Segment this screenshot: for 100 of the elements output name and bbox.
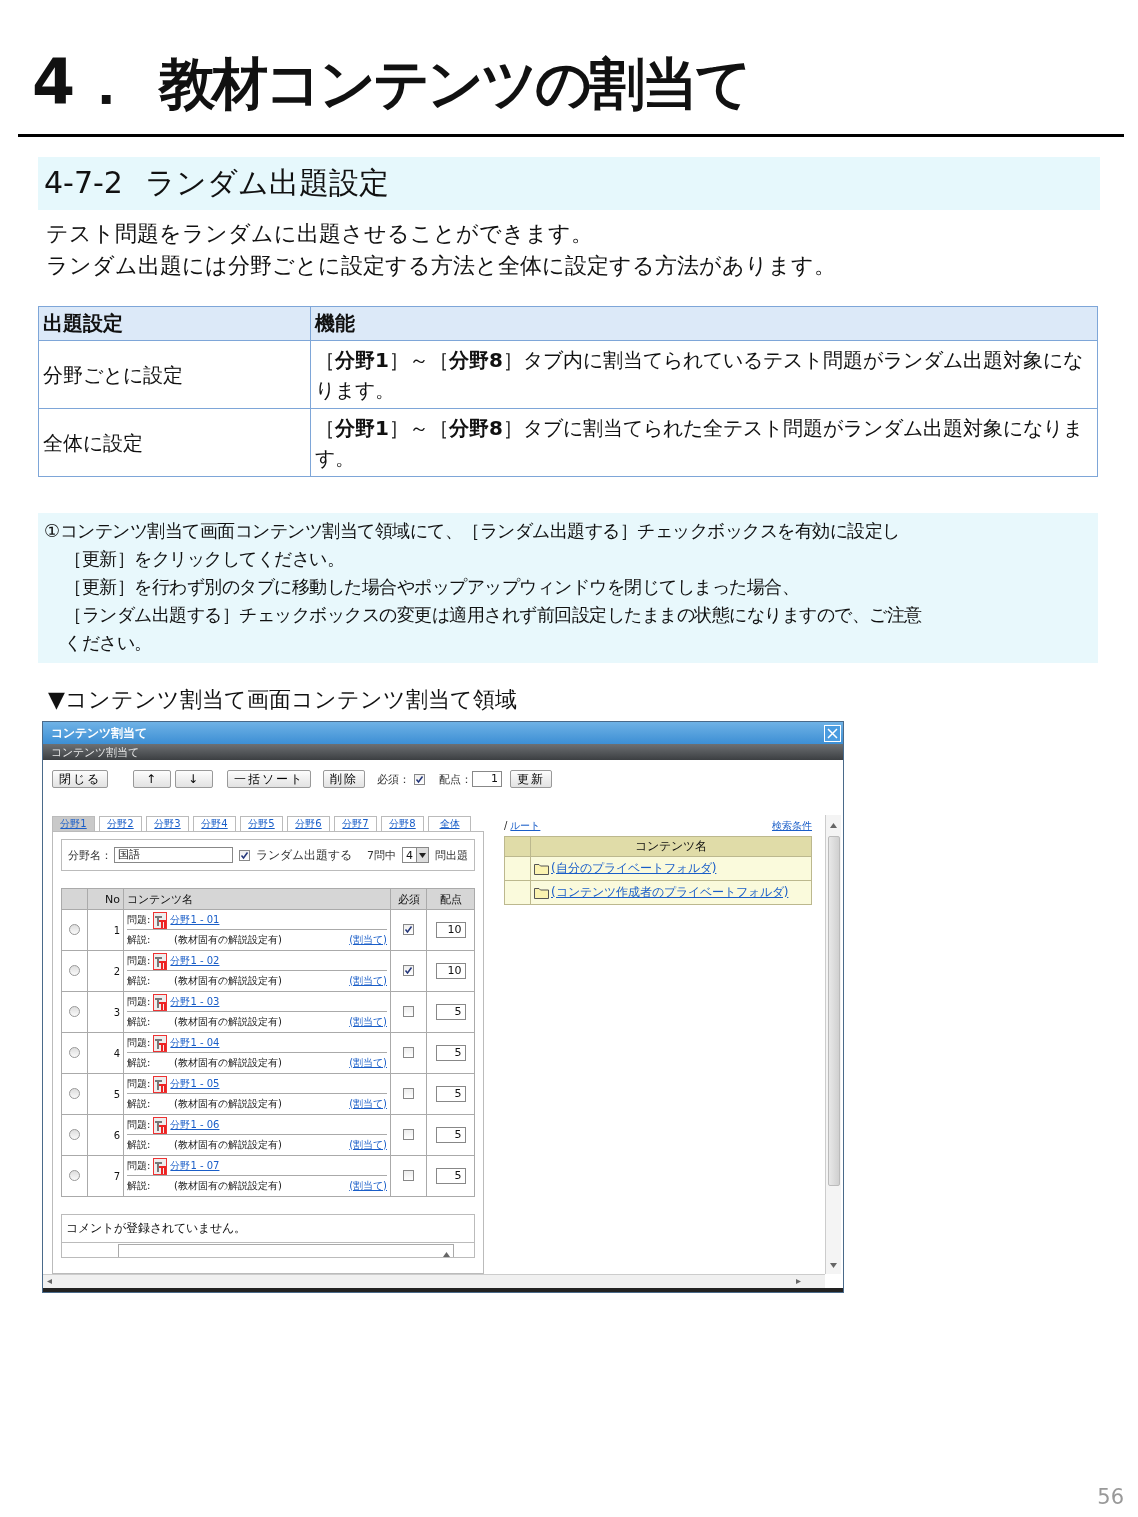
tab[interactable]: 分野7	[334, 816, 377, 831]
checkbox[interactable]	[403, 1169, 414, 1181]
folder-icon	[534, 886, 549, 899]
horizontal-scrollbar[interactable]	[43, 1274, 825, 1288]
name-input[interactable]: 国語	[114, 847, 234, 863]
count-select[interactable]: 4	[402, 847, 429, 863]
panel-title: コンテンツ割当て	[51, 744, 139, 760]
number-cell: 1	[87, 909, 124, 951]
points-input[interactable]: 5	[435, 1127, 466, 1143]
test-file-icon	[153, 952, 168, 970]
points-input[interactable]: 10	[435, 963, 466, 979]
tab[interactable]: 分野5	[240, 816, 283, 831]
assign-link[interactable]: (割当て)	[349, 932, 387, 947]
test-file-icon	[153, 1157, 168, 1175]
checkbox[interactable]	[403, 965, 414, 976]
question-link[interactable]: 分野1 - 07	[170, 1159, 220, 1173]
comment-text: コメントが登録されていません。	[62, 1215, 474, 1243]
tab[interactable]: 分野1	[52, 816, 95, 831]
scroll-down-icon[interactable]	[830, 1263, 837, 1268]
tab[interactable]: 分野8	[381, 816, 424, 831]
close-button[interactable]	[824, 724, 841, 742]
checkbox[interactable]	[403, 1046, 414, 1058]
checkbox[interactable]	[403, 1128, 414, 1140]
radio-button[interactable]	[69, 1128, 80, 1140]
table-cell: ［分野1］～［分野8］タブ内に割当てられているテスト問題がランダム出題対象になります。	[310, 340, 1098, 409]
number-cell: 2	[87, 950, 124, 992]
radio-button[interactable]	[69, 1005, 80, 1017]
scroll-up-icon[interactable]	[830, 823, 837, 828]
toolbar-button[interactable]: ↑	[133, 770, 171, 788]
explanation-label: 解説:	[127, 1096, 152, 1111]
assign-link[interactable]: (割当て)	[349, 1096, 387, 1111]
random-label: ランダム出題する	[256, 846, 353, 864]
points-input[interactable]: 5	[435, 1045, 466, 1061]
assign-link[interactable]: (割当て)	[349, 1178, 387, 1193]
explanation-label: 解説:	[127, 973, 152, 988]
tab[interactable]: 分野6	[287, 816, 330, 831]
explanation-label: 解説:	[127, 1137, 152, 1152]
intro-text: ランダム出題には分野ごとに設定する方法と全体に設定する方法があります。	[45, 252, 837, 280]
radio-button[interactable]	[69, 1087, 80, 1099]
scroll-left-icon[interactable]	[47, 1279, 54, 1284]
explanation-text: (教材固有の解説設定有)	[174, 932, 282, 947]
update-button[interactable]: 更新	[510, 770, 552, 788]
comment-field[interactable]	[118, 1244, 454, 1257]
points-input[interactable]: 10	[435, 922, 466, 938]
test-file-icon	[153, 1116, 168, 1134]
search-link[interactable]: 検索条件	[772, 818, 812, 833]
points-input[interactable]: 5	[435, 1004, 466, 1020]
question-link[interactable]: 分野1 - 05	[170, 1077, 220, 1091]
toolbar-button[interactable]: ↓	[175, 770, 213, 788]
section-number: 4-7-2	[44, 165, 123, 200]
scroll-up-icon[interactable]	[443, 1252, 450, 1257]
tab[interactable]: 全体	[428, 816, 471, 831]
radio-button[interactable]	[69, 923, 80, 935]
checkbox[interactable]	[403, 924, 414, 935]
points-input[interactable]: 1	[472, 771, 502, 787]
count-prefix: 7問中	[367, 847, 396, 863]
question-link[interactable]: 分野1 - 03	[170, 995, 220, 1009]
checkbox[interactable]	[414, 773, 425, 785]
window-title: コンテンツ割当て	[51, 724, 147, 742]
dropdown-arrow-icon[interactable]	[419, 852, 426, 858]
field-label: 分野名：	[68, 847, 112, 863]
question-link[interactable]: 分野1 - 02	[170, 954, 220, 968]
question-label: 問題:	[127, 1036, 151, 1050]
checkbox[interactable]	[403, 1087, 414, 1099]
scroll-thumb[interactable]	[827, 836, 840, 1186]
explanation-label: 解説:	[127, 1055, 152, 1070]
chapter-number: 4．	[32, 44, 138, 120]
tab[interactable]: 分野3	[146, 816, 189, 831]
figure-caption: ▼コンテンツ割当て画面コンテンツ割当て領域	[48, 686, 518, 714]
root-link[interactable]: ルート	[510, 818, 541, 833]
explanation-text: (教材固有の解説設定有)	[174, 1014, 282, 1029]
question-link[interactable]: 分野1 - 01	[170, 913, 220, 927]
checkbox[interactable]	[239, 849, 251, 861]
table-cell: 分野ごとに設定	[38, 340, 311, 409]
test-file-icon	[153, 911, 168, 929]
assign-link[interactable]: (割当て)	[349, 973, 387, 988]
assign-link[interactable]: (割当て)	[349, 1137, 387, 1152]
explanation-text: (教材固有の解説設定有)	[174, 973, 282, 988]
question-link[interactable]: 分野1 - 04	[170, 1036, 220, 1050]
radio-button[interactable]	[69, 1169, 80, 1181]
toolbar-button[interactable]: 一括ソート	[227, 770, 311, 788]
assign-link[interactable]: (割当て)	[349, 1014, 387, 1029]
radio-button[interactable]	[69, 964, 80, 976]
intro-text: テスト問題をランダムに出題させることができます。	[45, 220, 594, 248]
question-label: 問題:	[127, 1159, 151, 1173]
tab[interactable]: 分野4	[193, 816, 236, 831]
tab[interactable]: 分野2	[99, 816, 142, 831]
points-input[interactable]: 5	[435, 1168, 466, 1184]
scroll-right-icon[interactable]	[796, 1279, 803, 1284]
toolbar-button[interactable]: 閉じる	[52, 770, 108, 788]
vertical-scrollbar[interactable]	[825, 815, 841, 1274]
checkbox[interactable]	[403, 1005, 414, 1017]
assign-link[interactable]: (割当て)	[349, 1055, 387, 1070]
column-header: 必須	[390, 888, 427, 910]
points-input[interactable]: 5	[435, 1086, 466, 1102]
question-label: 問題:	[127, 995, 151, 1009]
question-link[interactable]: 分野1 - 06	[170, 1118, 220, 1132]
radio-button[interactable]	[69, 1046, 80, 1058]
toolbar-button[interactable]: 削除	[323, 770, 365, 788]
column-header: No	[87, 888, 124, 910]
